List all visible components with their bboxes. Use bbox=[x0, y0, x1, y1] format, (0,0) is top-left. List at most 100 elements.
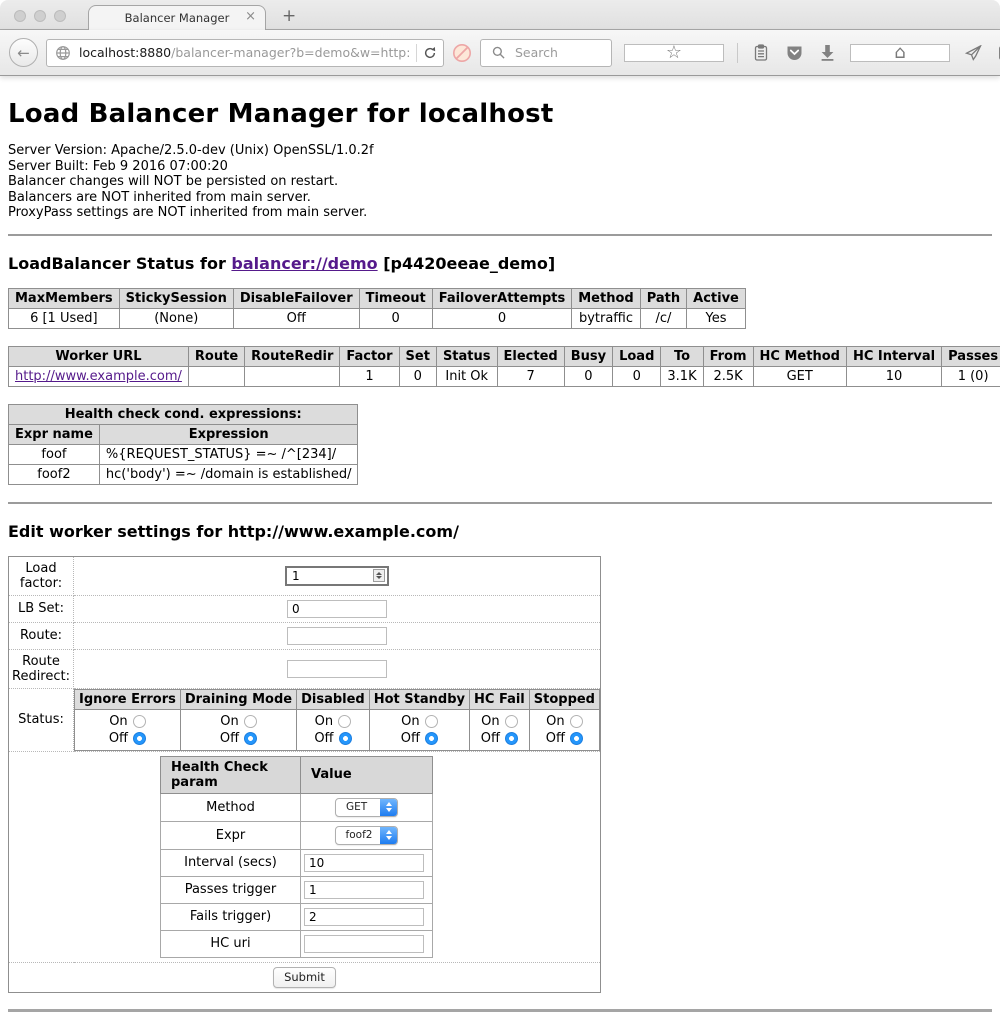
form-row-lb-set: LB Set: bbox=[9, 595, 601, 622]
ignore-errors-on-radio[interactable] bbox=[133, 715, 146, 728]
field-label: Load factor: bbox=[9, 556, 74, 595]
home-icon[interactable]: ⌂ bbox=[850, 44, 950, 62]
cell: 0 bbox=[564, 366, 612, 386]
url-text[interactable]: localhost:8880/balancer-manager?b=demo&w… bbox=[79, 45, 410, 60]
col-header: Passes bbox=[942, 346, 1000, 366]
select-arrows-icon bbox=[380, 799, 397, 816]
col-header: Method bbox=[572, 288, 640, 308]
cell: Init Ok bbox=[436, 366, 497, 386]
ignore-errors-off-radio[interactable] bbox=[133, 732, 146, 745]
col-header: Active bbox=[687, 288, 746, 308]
col-header: Elected bbox=[497, 346, 564, 366]
reload-button[interactable] bbox=[423, 46, 437, 60]
lb-set-input[interactable] bbox=[287, 600, 387, 618]
load-factor-field[interactable] bbox=[290, 568, 373, 584]
radio-label: Off bbox=[220, 730, 239, 747]
hot-standby-off-radio[interactable] bbox=[425, 732, 438, 745]
hc-passes-input[interactable] bbox=[304, 881, 424, 899]
param-label: Method bbox=[161, 793, 301, 821]
worker-url-cell: http://www.example.com/ bbox=[9, 366, 189, 386]
pocket-icon[interactable] bbox=[784, 43, 804, 63]
stopped-on-radio[interactable] bbox=[570, 715, 583, 728]
search-box[interactable] bbox=[480, 39, 612, 67]
load-factor-input[interactable] bbox=[285, 566, 389, 586]
stopped-off-radio[interactable] bbox=[570, 732, 583, 745]
hc-uri-input[interactable] bbox=[304, 935, 424, 953]
cell: 0 bbox=[359, 308, 432, 328]
cell: 0 bbox=[399, 366, 436, 386]
hc-fails-input[interactable] bbox=[304, 908, 424, 926]
urlbar-divider bbox=[416, 44, 417, 62]
status-draining-mode-group: On Off bbox=[180, 709, 296, 750]
hc-row-hc-uri: HC uri bbox=[161, 930, 433, 957]
draining-mode-on-radio[interactable] bbox=[244, 715, 257, 728]
expr-row: foof %{REQUEST_STATUS} =~ /^[234]/ bbox=[9, 444, 358, 464]
hot-standby-on-radio[interactable] bbox=[425, 715, 438, 728]
tab-balancer-manager[interactable]: Balancer Manager × bbox=[88, 5, 266, 30]
col-header: Expr name bbox=[9, 424, 100, 444]
window-minimize-button[interactable] bbox=[34, 10, 46, 22]
expr-value-cell: %{REQUEST_STATUS} =~ /^[234]/ bbox=[99, 444, 358, 464]
proxypass-note-line: ProxyPass settings are NOT inherited fro… bbox=[8, 205, 992, 221]
window-zoom-button[interactable] bbox=[54, 10, 66, 22]
radio-label: Off bbox=[314, 730, 333, 747]
send-tab-icon[interactable] bbox=[963, 43, 983, 63]
param-label: HC uri bbox=[161, 930, 301, 957]
blocked-content-icon[interactable] bbox=[452, 43, 472, 63]
divider bbox=[8, 234, 992, 236]
disabled-on-radio[interactable] bbox=[338, 715, 351, 728]
heading-text: LoadBalancer Status for bbox=[8, 254, 231, 273]
balancer-demo-link[interactable]: balancer://demo bbox=[231, 254, 377, 273]
hc-method-select[interactable]: GET bbox=[335, 798, 398, 817]
window-controls[interactable] bbox=[14, 10, 66, 22]
address-bar[interactable]: localhost:8880/balancer-manager?b=demo&w… bbox=[46, 39, 444, 67]
cell: 1 bbox=[340, 366, 399, 386]
select-arrows-icon bbox=[380, 827, 397, 844]
radio-label: On bbox=[315, 713, 333, 730]
window-close-button[interactable] bbox=[14, 10, 26, 22]
hc-fail-off-radio[interactable] bbox=[505, 732, 518, 745]
tab-close-icon[interactable]: × bbox=[245, 10, 256, 23]
disabled-off-radio[interactable] bbox=[339, 732, 352, 745]
clipboard-icon[interactable] bbox=[751, 43, 771, 63]
back-button[interactable]: ← bbox=[9, 38, 38, 67]
edit-worker-heading: Edit worker settings for http://www.exam… bbox=[8, 522, 992, 541]
search-icon bbox=[488, 43, 508, 63]
downloads-icon[interactable] bbox=[817, 43, 837, 63]
bookmark-star-icon[interactable]: ☆ bbox=[624, 44, 724, 62]
col-header: Expression bbox=[99, 424, 358, 444]
worker-row: http://www.example.com/ 1 0 Init Ok 7 0 … bbox=[9, 366, 1000, 386]
hc-row-expr: Expr foof2 bbox=[161, 821, 433, 849]
form-row-health-check: Health Check param Value Method GET bbox=[9, 751, 601, 962]
hc-header-row: Health Check param Value bbox=[161, 756, 433, 793]
title-bar: Balancer Manager × + bbox=[0, 0, 1000, 30]
new-tab-button[interactable]: + bbox=[282, 6, 296, 26]
route-redirect-input[interactable] bbox=[287, 660, 387, 678]
search-input[interactable] bbox=[513, 44, 603, 61]
col-header: Load bbox=[613, 346, 661, 366]
expr-row: foof2 hc('body') =~ /domain is establish… bbox=[9, 464, 358, 484]
url-host: localhost:8880 bbox=[79, 45, 171, 60]
hc-interval-input[interactable] bbox=[304, 854, 424, 872]
cell: (None) bbox=[119, 308, 233, 328]
form-row-route: Route: bbox=[9, 622, 601, 649]
hc-row-fails: Fails trigger) bbox=[161, 903, 433, 930]
cell: 2.5K bbox=[703, 366, 753, 386]
draining-mode-off-radio[interactable] bbox=[244, 732, 257, 745]
cell: Off bbox=[233, 308, 359, 328]
radio-label: Off bbox=[481, 730, 500, 747]
number-stepper-icon[interactable] bbox=[373, 569, 385, 582]
panel-download-icon[interactable] bbox=[996, 43, 1000, 63]
submit-button[interactable]: Submit bbox=[273, 967, 336, 988]
globe-icon bbox=[53, 43, 73, 63]
col-header: StickySession bbox=[119, 288, 233, 308]
worker-url-link[interactable]: http://www.example.com/ bbox=[15, 369, 182, 384]
route-input[interactable] bbox=[287, 627, 387, 645]
table-header-row: Expr name Expression bbox=[9, 424, 358, 444]
hc-expr-select[interactable]: foof2 bbox=[335, 826, 399, 845]
form-row-load-factor: Load factor: bbox=[9, 556, 601, 595]
server-built-line: Server Built: Feb 9 2016 07:00:20 bbox=[8, 159, 992, 175]
expr-name-cell: foof bbox=[9, 444, 100, 464]
col-header: Draining Mode bbox=[180, 689, 296, 709]
hc-fail-on-radio[interactable] bbox=[505, 715, 518, 728]
